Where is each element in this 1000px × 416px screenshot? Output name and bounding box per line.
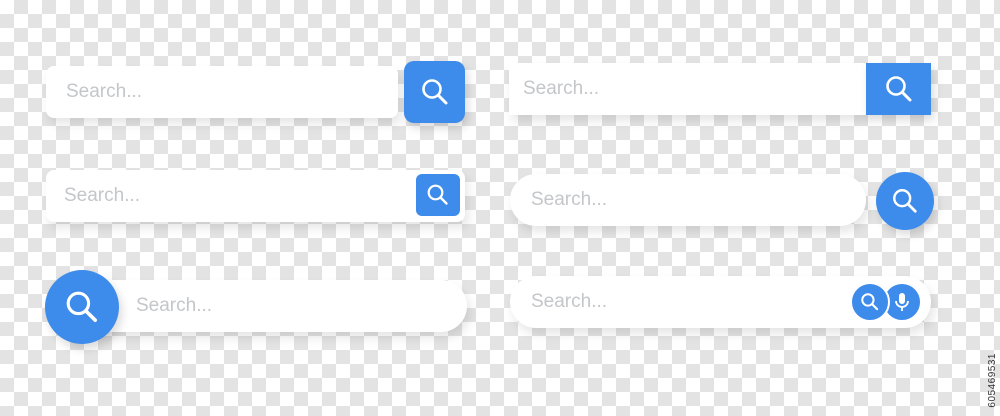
search-icon bbox=[420, 77, 450, 107]
search-button-4[interactable] bbox=[876, 172, 934, 230]
search-button-2[interactable] bbox=[866, 63, 931, 115]
search-placeholder-2: Search... bbox=[523, 78, 600, 99]
search-placeholder-1: Search... bbox=[66, 81, 143, 102]
search-field-3[interactable]: Search... bbox=[46, 170, 465, 222]
stock-id-watermark: 605469531 bbox=[987, 353, 998, 408]
search-icon bbox=[426, 183, 450, 207]
search-placeholder-5: Search... bbox=[136, 295, 213, 316]
search-button-3[interactable] bbox=[416, 174, 460, 216]
search-icon bbox=[860, 292, 880, 312]
search-icon bbox=[891, 187, 919, 215]
search-field-1[interactable]: Search... bbox=[46, 66, 398, 118]
search-button-6[interactable] bbox=[850, 282, 890, 322]
search-placeholder-4: Search... bbox=[531, 189, 608, 210]
microphone-icon bbox=[892, 291, 912, 313]
search-field-4[interactable]: Search... bbox=[510, 174, 866, 226]
search-button-1[interactable] bbox=[404, 61, 465, 123]
search-placeholder-3: Search... bbox=[64, 185, 141, 206]
search-placeholder-6: Search... bbox=[531, 291, 608, 312]
search-button-5[interactable] bbox=[45, 270, 119, 344]
search-field-2[interactable]: Search... bbox=[509, 63, 867, 115]
search-icon bbox=[884, 74, 914, 104]
search-icon bbox=[64, 289, 100, 325]
search-field-5[interactable]: Search... bbox=[80, 280, 467, 332]
